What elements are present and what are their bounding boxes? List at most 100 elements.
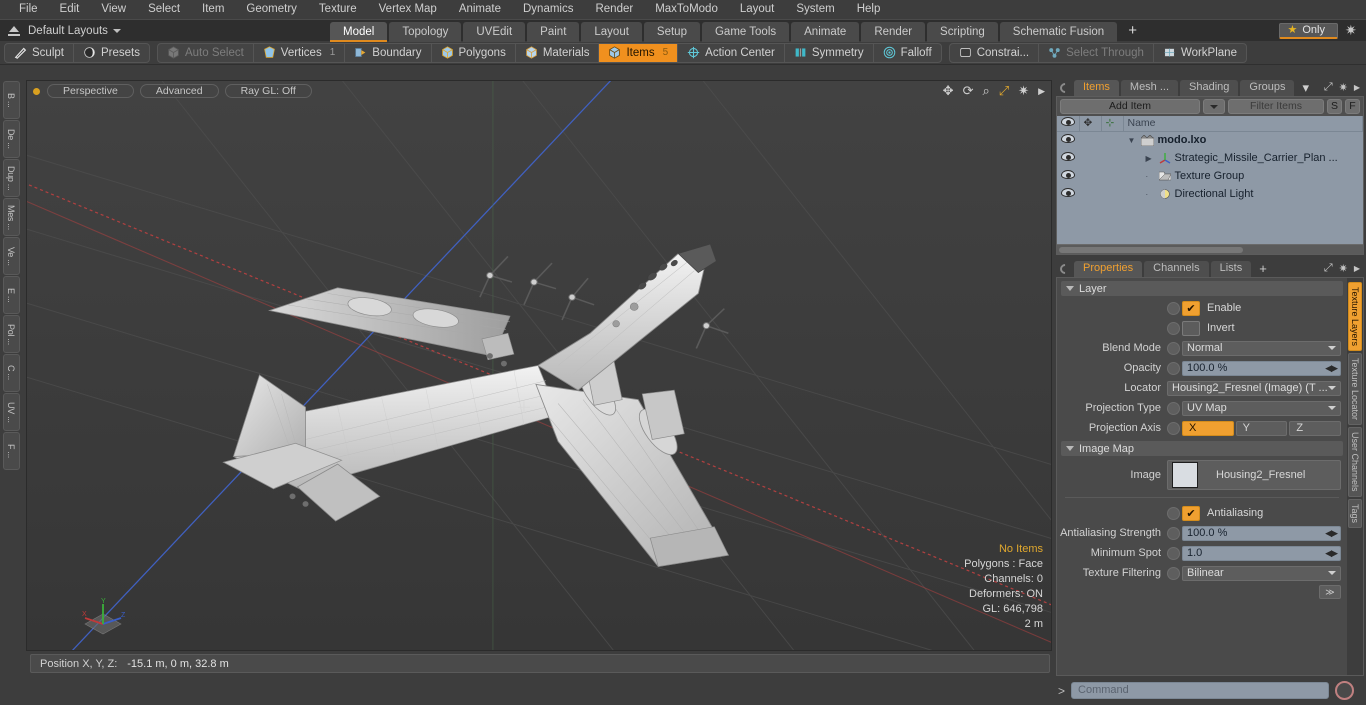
- menu-item-layout[interactable]: Layout: [729, 0, 786, 19]
- antialiasing-strength-input[interactable]: 100.0 % ◀▶: [1182, 525, 1341, 541]
- items-tree-scrollbar[interactable]: [1057, 244, 1363, 254]
- menu-item-texture[interactable]: Texture: [308, 0, 368, 19]
- texture-filtering-knob[interactable]: [1167, 566, 1180, 580]
- add-item-dropdown-button[interactable]: [1203, 99, 1225, 114]
- items-tree[interactable]: ✥ ⊹ Name ▼ modo.lxo ▶ Strategic_Missile_…: [1057, 116, 1363, 244]
- vtab-texture-layers[interactable]: Texture Layers: [1348, 282, 1362, 352]
- projection-axis-knob[interactable]: [1167, 421, 1180, 435]
- left-tool-tab-6[interactable]: Pol ...: [2, 315, 20, 353]
- table-row[interactable]: · Texture Group: [1057, 167, 1363, 185]
- add-tab-button[interactable]: +: [1119, 22, 1146, 42]
- vtab-tags[interactable]: Tags: [1348, 498, 1362, 528]
- left-tool-tab-1[interactable]: De ...: [2, 120, 20, 158]
- symmetry-button[interactable]: Symmetry: [785, 43, 874, 62]
- menu-item-dynamics[interactable]: Dynamics: [512, 0, 584, 19]
- section-header-layer[interactable]: Layer: [1061, 281, 1343, 296]
- play-icon[interactable]: ▶: [1038, 86, 1045, 97]
- axis-option-z[interactable]: Z: [1289, 420, 1342, 436]
- menu-item-render[interactable]: Render: [584, 0, 644, 19]
- invert-checkbox[interactable]: [1182, 320, 1200, 336]
- tab-uvedit[interactable]: UVEdit: [463, 21, 526, 42]
- only-toggle-button[interactable]: ★ Only: [1278, 22, 1338, 39]
- record-icon[interactable]: [1335, 681, 1355, 700]
- antialiasing-strength-knob[interactable]: [1167, 526, 1180, 540]
- axis-option-x[interactable]: X: [1182, 420, 1234, 436]
- tab-channels[interactable]: Channels: [1144, 261, 1209, 277]
- left-tool-tab-4[interactable]: Ve ...: [2, 237, 20, 275]
- minimum-spot-input[interactable]: 1.0 ◀▶: [1182, 545, 1341, 561]
- menu-item-item[interactable]: Item: [191, 0, 235, 19]
- tab-model[interactable]: Model: [330, 21, 388, 42]
- left-tool-tab-8[interactable]: UV ...: [2, 393, 20, 431]
- gear-icon[interactable]: ✷: [1339, 262, 1348, 275]
- items-s-button[interactable]: S: [1327, 99, 1342, 114]
- materials-button[interactable]: Materials: [516, 43, 600, 62]
- rotate-icon[interactable]: ⟳: [963, 83, 974, 99]
- viewport-raygl-toggle[interactable]: Ray GL: Off: [224, 84, 312, 98]
- tab-items[interactable]: Items: [1074, 80, 1119, 96]
- gear-icon[interactable]: ✷: [1018, 83, 1029, 99]
- row-visibility-toggle[interactable]: [1057, 185, 1080, 203]
- opacity-input[interactable]: 100.0 % ◀▶: [1182, 360, 1341, 376]
- menu-item-file[interactable]: File: [8, 0, 49, 19]
- gear-icon[interactable]: [1345, 22, 1359, 39]
- axis-option-y[interactable]: Y: [1235, 420, 1288, 436]
- texture-filtering-dropdown[interactable]: Bilinear: [1182, 565, 1341, 581]
- tab-game-tools[interactable]: Game Tools: [701, 21, 790, 42]
- items-button[interactable]: Items 5: [599, 43, 679, 62]
- workplane-button[interactable]: WorkPlane: [1154, 44, 1246, 62]
- blend-mode-dropdown[interactable]: Normal: [1182, 340, 1341, 356]
- spinner-icon[interactable]: ◀▶: [1325, 548, 1338, 559]
- arrow-up-bar-icon[interactable]: [6, 23, 22, 39]
- tab-schematic-fusion[interactable]: Schematic Fusion: [999, 21, 1118, 42]
- panel-menu-icon[interactable]: [1057, 261, 1073, 277]
- row-visibility-toggle[interactable]: [1057, 149, 1080, 167]
- expand-icon[interactable]: ⤢: [1324, 262, 1333, 275]
- auto-select-button[interactable]: Auto Select: [158, 43, 254, 62]
- menu-item-help[interactable]: Help: [846, 0, 892, 19]
- twisty-icon[interactable]: ▼: [1128, 136, 1137, 145]
- zoom-icon[interactable]: ⌕: [982, 83, 989, 99]
- projection-type-dropdown[interactable]: UV Map: [1182, 400, 1341, 416]
- menu-item-vertex-map[interactable]: Vertex Map: [368, 0, 448, 19]
- vertices-button[interactable]: Vertices 1: [254, 43, 346, 62]
- axis-gizmo[interactable]: X Y Z: [75, 596, 131, 640]
- tab-layout[interactable]: Layout: [581, 21, 642, 42]
- row-visibility-toggle[interactable]: [1057, 131, 1080, 149]
- left-tool-tab-2[interactable]: Dup ...: [2, 159, 20, 197]
- more-options-button[interactable]: ≫: [1319, 585, 1341, 599]
- table-row[interactable]: ▶ Strategic_Missile_Carrier_Plan ...: [1057, 149, 1363, 167]
- row-name-cell[interactable]: · Texture Group: [1123, 167, 1363, 185]
- tab-shading[interactable]: Shading: [1180, 80, 1239, 96]
- antialiasing-checkbox[interactable]: ✔: [1182, 505, 1200, 521]
- antialiasing-knob[interactable]: [1167, 506, 1180, 520]
- tab-groups[interactable]: Groups: [1240, 80, 1295, 96]
- items-f-button[interactable]: F: [1345, 99, 1360, 114]
- enable-knob[interactable]: [1167, 301, 1180, 315]
- row-name-cell[interactable]: · Directional Light: [1123, 185, 1363, 203]
- constraint-button[interactable]: Constrai...: [950, 43, 1040, 62]
- menu-item-select[interactable]: Select: [137, 0, 191, 19]
- tab-properties[interactable]: Properties: [1074, 261, 1143, 277]
- invert-knob[interactable]: [1167, 321, 1180, 335]
- table-row[interactable]: ▼ modo.lxo: [1057, 131, 1363, 149]
- vtab-texture-locator[interactable]: Texture Locator: [1348, 353, 1362, 426]
- table-row[interactable]: · Directional Light: [1057, 185, 1363, 203]
- filter-items-input[interactable]: Filter Items: [1228, 99, 1324, 114]
- tab-topology[interactable]: Topology: [389, 21, 462, 42]
- tab-render[interactable]: Render: [861, 21, 926, 42]
- projection-type-knob[interactable]: [1167, 401, 1180, 415]
- menu-item-edit[interactable]: Edit: [49, 0, 91, 19]
- tab-lists[interactable]: Lists: [1210, 261, 1252, 277]
- sculpt-button[interactable]: Sculpt: [5, 43, 74, 62]
- spinner-icon[interactable]: ◀▶: [1325, 363, 1338, 374]
- tab-animate[interactable]: Animate: [791, 21, 860, 42]
- gear-icon[interactable]: ✷: [1339, 81, 1348, 94]
- tab-setup[interactable]: Setup: [643, 21, 700, 42]
- left-tool-tab-3[interactable]: Mes ...: [2, 198, 20, 236]
- action-center-button[interactable]: Action Center: [678, 43, 785, 62]
- fit-icon[interactable]: ⤢: [999, 83, 1009, 99]
- presets-button[interactable]: Presets: [74, 44, 149, 62]
- 3d-viewport[interactable]: Perspective Advanced Ray GL: Off ✥ ⟳ ⌕ ⤢…: [26, 80, 1052, 651]
- tab-scripting[interactable]: Scripting: [927, 21, 998, 42]
